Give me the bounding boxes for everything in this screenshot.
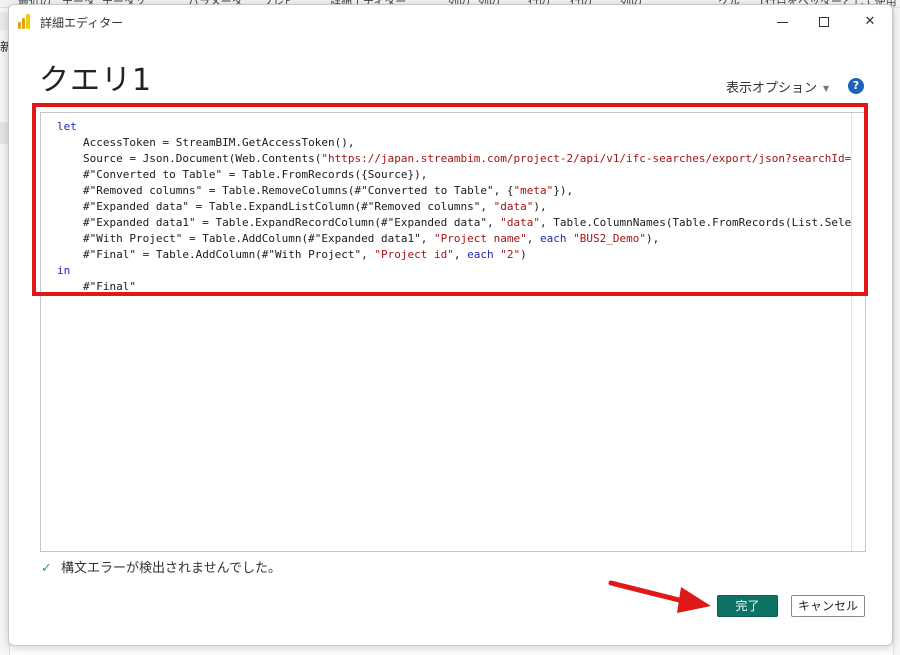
maximize-icon — [819, 17, 829, 27]
code-string: "https://japan.streambim.com/project-2/a… — [321, 152, 851, 165]
code-line: Source = Json.Document(Web.Contents("htt… — [57, 151, 851, 167]
code-token: #"Expanded data" = Table.ExpandListColum… — [83, 200, 494, 213]
power-bi-icon — [18, 14, 32, 29]
query-name: クエリ1 — [39, 63, 153, 98]
code-keyword: each — [467, 248, 494, 261]
red-arrow-annotation — [608, 580, 711, 613]
code-line: #"With Project" = Table.AddColumn(#"Expa… — [57, 231, 851, 247]
advanced-editor-dialog: 詳細エディター ✕ クエリ1 表示オプション ▼ ? let AccessToken… — [8, 4, 893, 646]
code-line: #"Final" = Table.AddColumn(#"With Projec… — [57, 247, 851, 263]
syntax-status: ✓ 構文エラーが検出されませんでした。 — [41, 557, 281, 576]
code-token: ), — [645, 232, 660, 245]
code-token: , — [526, 232, 540, 245]
code-token: #"Expanded data1" = Table.ExpandRecordCo… — [83, 216, 501, 229]
code-token: ) — [520, 248, 527, 261]
code-token: ), — [533, 200, 547, 213]
syntax-status-message: 構文エラーが検出されませんでした。 — [61, 561, 281, 576]
code-string: "data" — [500, 216, 540, 229]
code-editor[interactable]: let AccessToken = StreamBIM.GetAccessToke… — [40, 112, 866, 552]
chevron-down-icon: ▼ — [823, 84, 830, 93]
code-token: Source = Json.Document(Web.Contents( — [83, 152, 322, 165]
code-line: #"Expanded data" = Table.ExpandListColum… — [57, 199, 851, 215]
code-line: #"Removed columns" = Table.RemoveColumns… — [57, 183, 851, 199]
maximize-button[interactable] — [810, 11, 838, 33]
code-line: #"Expanded data1" = Table.ExpandRecordCo… — [57, 215, 851, 231]
code-token: }), — [553, 184, 574, 197]
code-token: #"Final" — [83, 280, 136, 293]
code-token: #"Removed columns" = Table.RemoveColumns… — [83, 184, 514, 197]
vertical-scrollbar[interactable] — [851, 113, 865, 551]
code-keyword: in — [57, 264, 71, 277]
code-token: #"Final" = Table.AddColumn(#"With Projec… — [83, 248, 375, 261]
background-right-pane — [893, 8, 900, 655]
code-token: , — [453, 248, 468, 261]
code-line: #"Final" — [57, 279, 851, 295]
cancel-button[interactable]: キャンセル — [791, 595, 865, 617]
code-line: let — [57, 119, 851, 135]
display-options-label: 表示オプション — [726, 81, 818, 96]
code-text[interactable]: let AccessToken = StreamBIM.GetAccessToke… — [57, 119, 851, 295]
display-options-dropdown[interactable]: 表示オプション ▼ — [726, 77, 829, 96]
done-button[interactable]: 完了 — [717, 595, 778, 617]
minimize-icon — [777, 22, 788, 23]
code-string: "data" — [493, 200, 534, 213]
code-token: AccessToken = StreamBIM.GetAccessToken()… — [83, 136, 355, 149]
close-button[interactable]: ✕ — [856, 11, 884, 33]
help-icon[interactable]: ? — [848, 78, 864, 94]
code-keyword: let — [57, 120, 77, 133]
code-string: "meta" — [513, 184, 554, 197]
window-title: 詳細エディター — [40, 16, 124, 30]
code-string: "2" — [500, 248, 521, 261]
code-line: #"Converted to Table" = Table.FromRecord… — [57, 167, 851, 183]
code-string: "Project name" — [434, 232, 527, 245]
code-token: #"Converted to Table" = Table.FromRecord… — [83, 168, 428, 181]
line-separator — [57, 295, 851, 296]
close-icon: ✕ — [864, 14, 876, 29]
minimize-button[interactable] — [769, 11, 797, 33]
code-string: "Project id" — [374, 248, 454, 261]
code-line: in — [57, 263, 851, 279]
code-token: #"With Project" = Table.AddColumn(#"Expa… — [83, 232, 434, 245]
check-icon: ✓ — [41, 561, 52, 576]
code-line: AccessToken = StreamBIM.GetAccessToken()… — [57, 135, 851, 151]
code-keyword: each — [539, 232, 567, 245]
code-string: "BUS2_Demo" — [573, 232, 646, 245]
code-token: , Table.ColumnNames(Table.FromRecords(Li… — [539, 216, 851, 229]
title-bar: 詳細エディター ✕ — [9, 5, 892, 39]
